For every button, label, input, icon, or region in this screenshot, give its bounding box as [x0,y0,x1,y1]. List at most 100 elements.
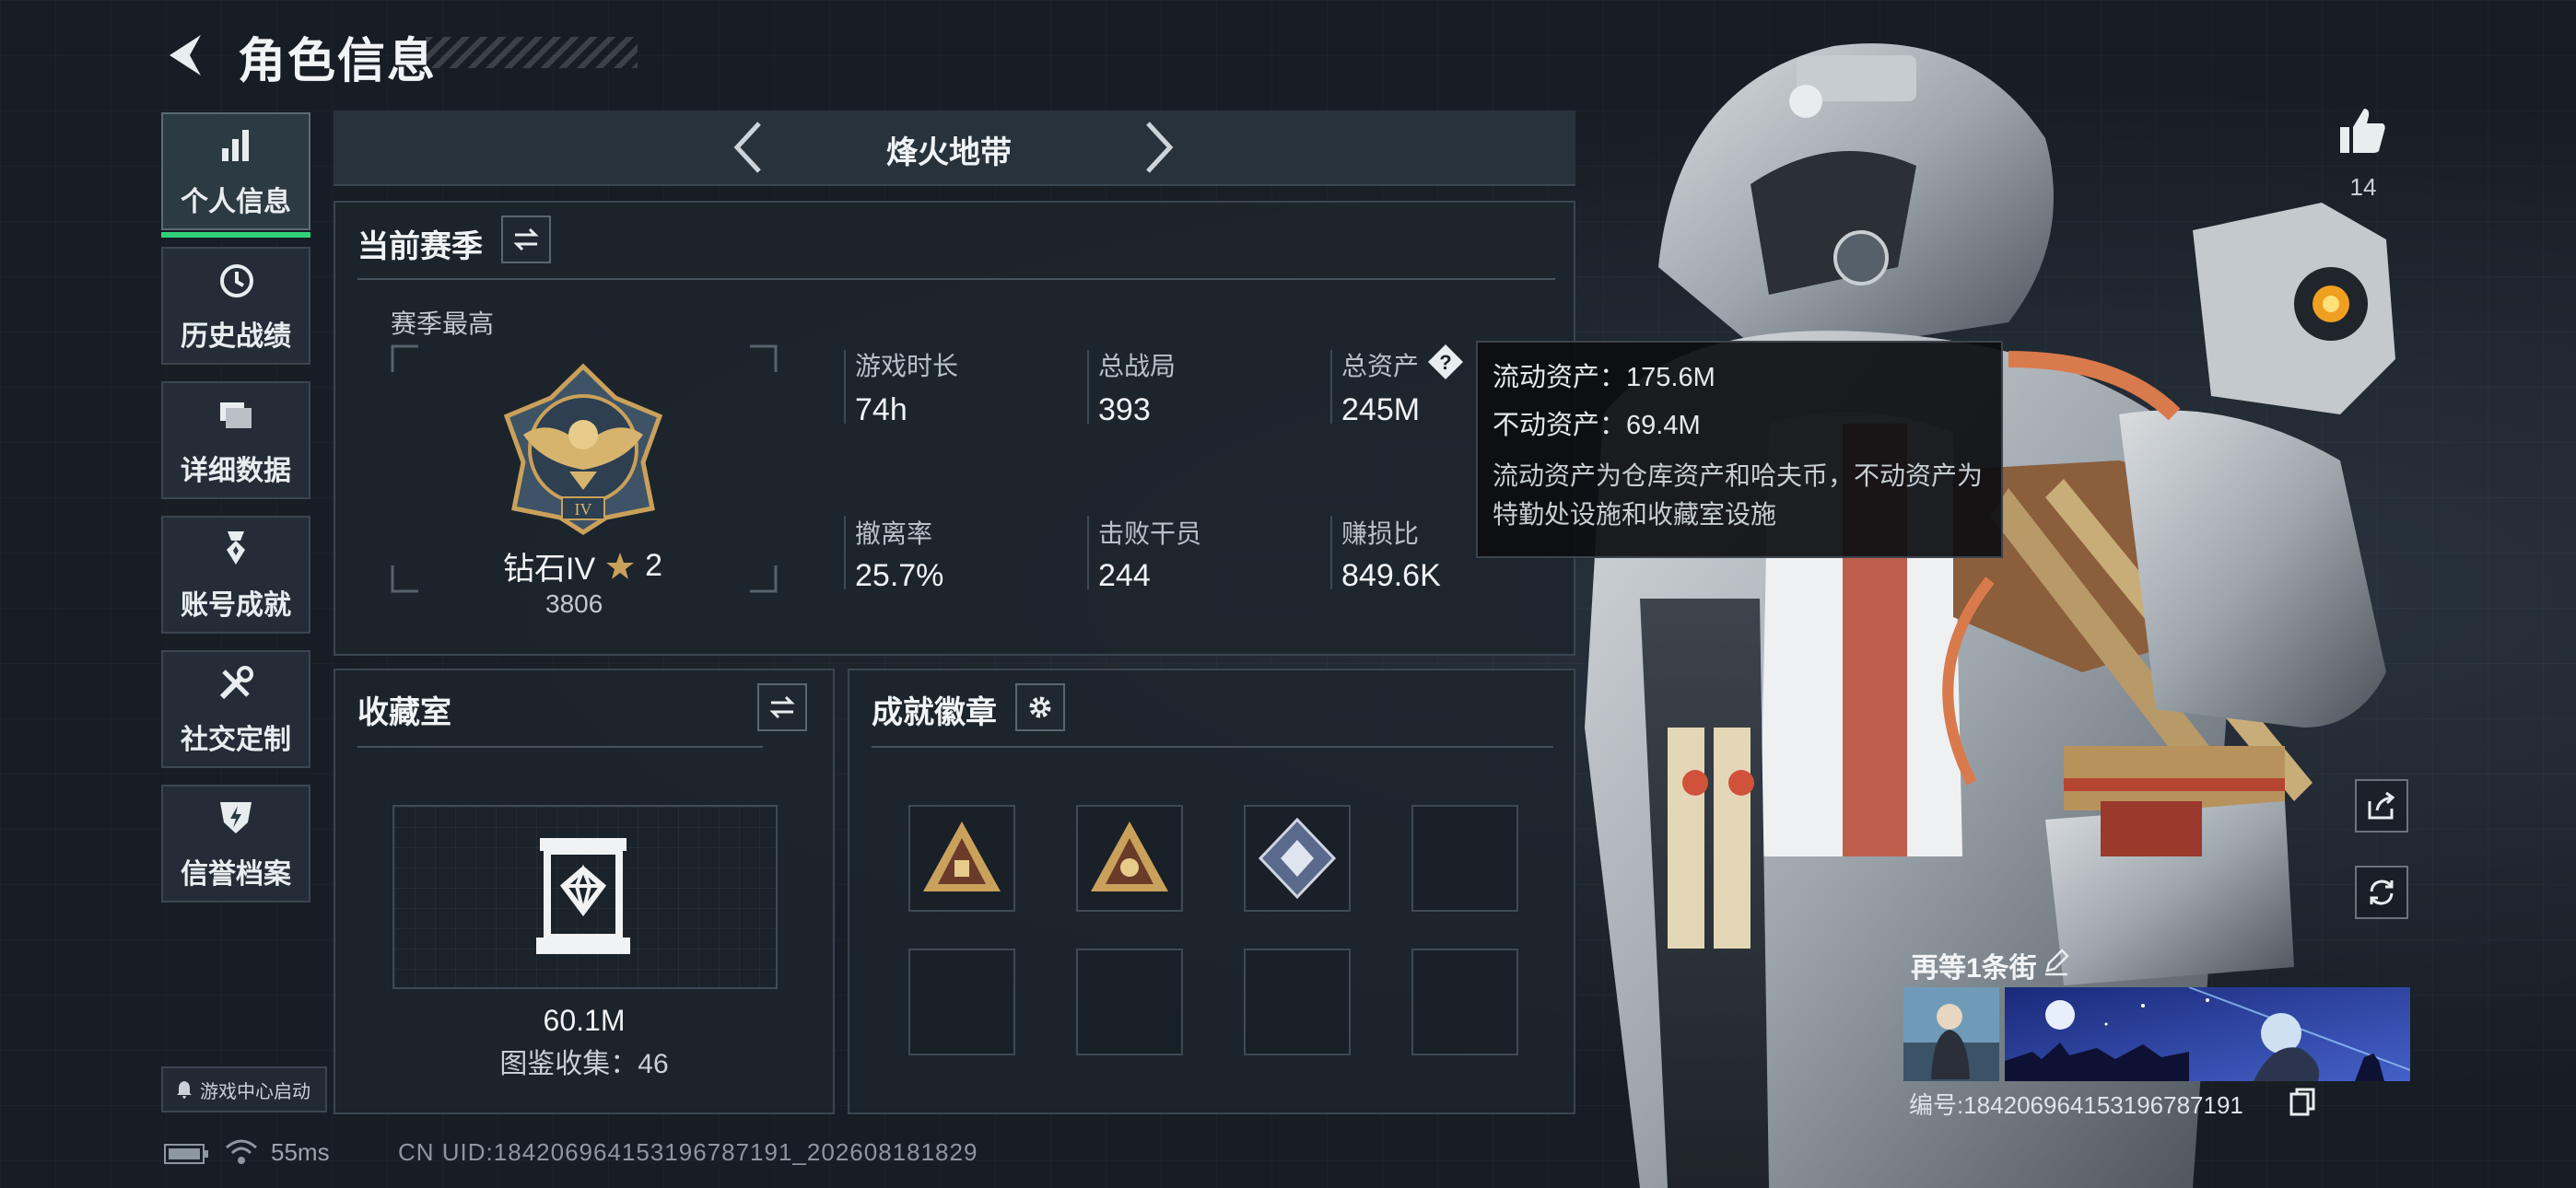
divider [1330,350,1332,424]
nav-personal-info[interactable]: 个人信息 [161,112,310,238]
nav-label: 历史战绩 [181,320,291,352]
nav-history[interactable]: 历史战绩 [161,247,310,365]
stat-value-total-assets: 245M [1341,392,1421,427]
collection-value: 60.1M [543,1004,626,1037]
chevron-left-icon[interactable] [728,118,772,177]
badge-slot[interactable] [908,805,1015,912]
total-assets-tooltip: 流动资产：175.6M 不动资产：69.4M 流动资产为仓库资产和哈夫币，不动资… [1476,341,2003,558]
divider [1087,350,1089,424]
season-title: 当前赛季 [357,229,483,264]
swap-arrows-icon [513,227,539,251]
badges-settings-button[interactable] [1015,683,1065,731]
stat-value-total-matches: 393 [1098,392,1151,427]
swap-arrows-icon [769,695,795,719]
rank-name: 钻石IV [503,552,596,587]
mode-label: 烽火地带 [886,135,1012,170]
folder-icon [215,393,257,440]
refresh-button[interactable] [2355,866,2408,919]
page-title: 角色信息 [238,35,438,88]
divider [1087,516,1089,589]
svg-text:IV: IV [575,500,592,518]
rank-score: 3806 [545,589,603,618]
avatar[interactable] [1903,987,1999,1081]
tools-icon [215,662,257,709]
bar-chart-icon [215,124,257,171]
season-best-label: 赛季最高 [391,309,495,338]
badges-title: 成就徽章 [872,695,997,730]
nav-label: 个人信息 [181,186,291,217]
collection-title: 收藏室 [357,695,451,730]
refresh-icon [2370,879,2394,905]
badge-slot-empty[interactable] [908,949,1015,1055]
nav-credit-file[interactable]: 信誉档案 [161,785,310,903]
stat-label-total-assets: 总资产 [1341,352,1420,380]
tooltip-fixed-assets: 不动资产：69.4M [1493,411,1701,440]
thumbs-up-icon[interactable] [2335,103,2390,158]
edit-pencil-icon[interactable] [2042,947,2071,976]
svg-text:?: ? [1439,351,1451,374]
stat-label-playtime: 游戏时长 [855,352,959,380]
season-switch-button[interactable] [501,215,551,263]
history-clock-icon [215,259,257,306]
game-center-launch-button[interactable]: 游戏中心启动 [161,1066,327,1112]
back-arrow-icon[interactable] [158,28,214,83]
nav-detailed-data[interactable]: 详细数据 [161,381,310,499]
uid-line: CN UID:18420696415319678719​1_2026081818… [398,1138,978,1166]
stat-value-profit-ratio: 849.6K [1341,558,1441,593]
star-icon [606,552,635,579]
badge-slot-empty[interactable] [1411,949,1518,1055]
blue-diamond-badge [1258,817,1337,900]
badge-slot-empty[interactable] [1411,805,1518,912]
badge-slot-empty[interactable] [1244,949,1351,1055]
divider [844,350,846,424]
launch-label: 游戏中心启动 [200,1081,310,1102]
stat-value-playtime: 74h [855,392,907,427]
network-ping: 55ms [271,1138,330,1166]
divider [872,746,1553,748]
nav-label: 信誉档案 [181,858,291,890]
nav-label: 详细数据 [181,455,291,486]
gold-triangle-badge [923,821,1001,891]
rank-display: 钻石IV 2 [503,543,662,588]
display-cabinet-icon [536,838,630,954]
collection-switch-button[interactable] [757,683,807,731]
copy-icon[interactable] [2289,1087,2316,1116]
nav-social-custom[interactable]: 社交定制 [161,650,310,768]
badge-slot-empty[interactable] [1076,949,1183,1055]
nav-label: 账号成就 [181,589,291,621]
nav-achievements[interactable]: 账号成就 [161,516,310,634]
badge-slot[interactable] [1076,805,1183,912]
chevron-right-icon[interactable] [1135,118,1179,177]
collection-catalog: 图鉴收集：46 [499,1049,669,1079]
stat-label-total-matches: 总战局 [1098,352,1177,380]
nav-label: 社交定制 [181,724,291,755]
badge-slot[interactable] [1244,805,1351,912]
share-button[interactable] [2355,779,2408,833]
shield-lightning-icon [215,797,257,844]
gear-icon [1029,696,1051,718]
stat-label-operators-defeated: 击败干员 [1098,519,1202,548]
tooltip-description: 流动资产为仓库资产和哈夫币，不动资产为特勤处设施和收藏室设施 [1493,461,1984,529]
stat-value-operators-defeated: 244 [1098,558,1151,593]
tooltip-liquid-assets: 流动资产：175.6M [1493,363,1715,392]
profile-banner [2005,987,2410,1081]
stat-value-extract-rate: 25.7% [855,558,944,593]
gold-triangle-eye-badge [1091,821,1168,891]
divider [844,516,846,589]
diamond-rank-emblem: IV [503,363,663,535]
achievement-medal-icon [215,528,257,575]
battery-icon [164,1144,208,1164]
bell-icon [177,1081,192,1099]
divider [357,746,763,748]
divider [357,278,1555,280]
share-icon [2368,791,2395,820]
player-name: 再等1条街 [1911,953,2037,984]
rank-stars: 2 [645,548,663,583]
help-icon[interactable]: ? [1426,343,1465,381]
title-decoration [426,37,638,68]
like-count: 14 [2349,173,2377,201]
player-id: 编号:1842069641531967871​91 [1909,1091,2243,1119]
stat-label-extract-rate: 撤离率 [855,519,933,548]
wifi-icon [226,1139,257,1164]
stat-label-profit-ratio: 赚损比 [1341,519,1420,548]
